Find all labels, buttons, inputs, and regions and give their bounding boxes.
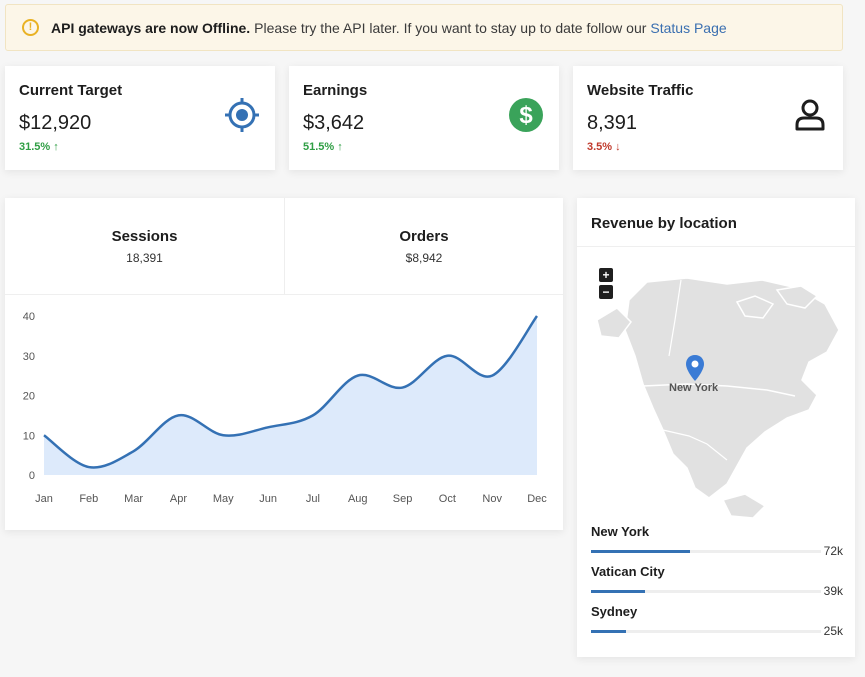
location-list: New York 72k Vatican City 39k Sydney 25k [591, 524, 843, 644]
x-tick-label: Dec [527, 493, 547, 505]
location-progress-fill [591, 590, 645, 593]
location-name: Sydney [591, 604, 638, 619]
map-marker-label: New York [669, 382, 719, 394]
location-progress-track [591, 550, 821, 553]
x-tick-label: Jan [35, 493, 53, 505]
location-value: 39k [823, 584, 843, 598]
x-tick-label: Oct [439, 493, 456, 505]
location-progress-fill [591, 550, 690, 553]
location-name: New York [591, 524, 650, 539]
x-tick-label: Aug [348, 493, 368, 505]
sessions-line-chart: 0 10 20 30 40 Jan Feb Mar Apr May Jun Jul Aug Sep Oct N… [23, 311, 548, 505]
chart-point-aug [355, 373, 361, 379]
divider [577, 246, 855, 247]
map-zoom-in-button[interactable]: + [599, 268, 613, 282]
stat-title: Website Traffic [587, 82, 694, 99]
x-tick-label: Jun [259, 493, 277, 505]
chart-point-apr [175, 412, 181, 418]
user-icon [795, 99, 825, 131]
x-tick-label: Mar [124, 493, 143, 505]
y-tick-label: 20 [23, 391, 35, 403]
chart-point-jan [41, 432, 47, 438]
y-tick-label: 30 [23, 351, 35, 363]
card-title: Revenue by location [591, 215, 737, 232]
chart-point-sep [400, 385, 406, 391]
stat-value: $3,642 [303, 112, 365, 134]
y-tick-label: 40 [23, 311, 35, 323]
tab-value: 18,391 [126, 251, 163, 265]
stat-delta: 3.5% ↓ [587, 141, 621, 153]
world-map[interactable]: + − New York [577, 260, 855, 522]
orders-tab[interactable]: Orders $8,942 [284, 198, 563, 294]
chart-point-feb [86, 464, 92, 470]
y-tick-label: 10 [23, 430, 35, 442]
stat-value: 8,391 [587, 112, 638, 134]
map-pin-icon[interactable] [685, 354, 705, 382]
sessions-chart-card: Sessions 18,391 Orders $8,942 0 10 20 30 40 J… [5, 198, 563, 530]
chart-point-mar [131, 448, 137, 454]
chart-point-oct [444, 353, 450, 359]
location-name: Vatican City [591, 564, 665, 579]
location-progress-fill [591, 630, 626, 633]
stat-delta: 31.5% ↑ [19, 141, 59, 153]
chart-point-dec [534, 313, 540, 319]
stat-title: Current Target [19, 82, 123, 99]
alert-text: Please try the API later. If you want to… [254, 19, 647, 36]
api-offline-alert: ! API gateways are now Offline. Please t… [5, 4, 843, 51]
tab-label: Sessions [111, 228, 178, 245]
x-tick-label: Apr [170, 493, 187, 505]
location-value: 72k [823, 544, 843, 558]
earnings-card: Earnings $3,642 51.5% ↑ $ [289, 66, 559, 170]
svg-text:$: $ [519, 102, 533, 129]
map-zoom-out-button[interactable]: − [599, 285, 613, 299]
location-value: 25k [823, 624, 843, 638]
dollar-circle-icon: $ [509, 98, 543, 132]
stat-delta: 51.5% ↑ [303, 141, 343, 153]
alert-bold-text: API gateways are now Offline. [51, 19, 251, 36]
warning-circle-icon: ! [22, 19, 39, 36]
location-item: Vatican City 39k [591, 564, 843, 604]
chart-point-nov [489, 373, 495, 379]
tab-value: $8,942 [405, 251, 443, 265]
x-tick-label: Feb [79, 493, 98, 505]
dashboard-page: ! API gateways are now Offline. Please t… [0, 0, 865, 677]
y-tick-label: 0 [29, 470, 35, 482]
chart-point-jul [310, 412, 316, 418]
chart-area-fill [44, 316, 537, 475]
status-page-link[interactable]: Status Page [650, 20, 726, 36]
chart-point-jun [265, 424, 271, 430]
x-tick-label: Sep [393, 493, 413, 505]
stat-value: $12,920 [19, 112, 92, 134]
sessions-tab[interactable]: Sessions 18,391 [5, 198, 284, 294]
stat-title: Earnings [303, 82, 368, 99]
location-item: Sydney 25k [591, 604, 843, 644]
x-tick-label: May [213, 493, 234, 505]
chart-point-may [220, 432, 226, 438]
x-tick-label: Nov [482, 493, 502, 505]
revenue-by-location-card: Revenue by location + − New York New Yor… [577, 198, 855, 657]
x-tick-label: Jul [306, 493, 320, 505]
location-item: New York 72k [591, 524, 843, 564]
current-target-card: Current Target $12,920 31.5% ↑ [5, 66, 275, 170]
target-icon [225, 98, 259, 132]
location-progress-track [591, 590, 821, 593]
location-progress-track [591, 630, 821, 633]
tab-label: Orders [399, 228, 449, 245]
website-traffic-card: Website Traffic 8,391 3.5% ↓ [573, 66, 843, 170]
